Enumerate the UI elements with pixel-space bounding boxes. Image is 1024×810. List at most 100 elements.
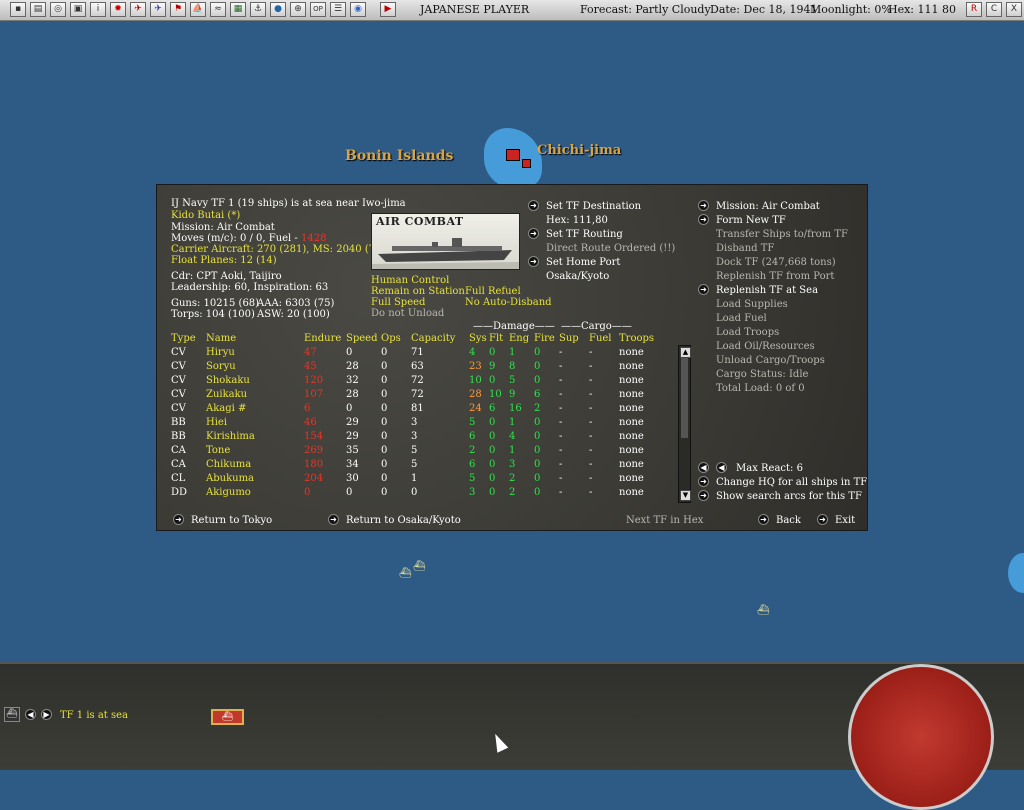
exit-button[interactable]: Exit xyxy=(835,515,855,527)
exit-arrow-icon[interactable]: ➜ xyxy=(817,514,828,525)
mission-button[interactable]: Mission: Air Combat xyxy=(716,201,820,213)
unload-cargo-button[interactable]: Unload Cargo/Troops xyxy=(716,355,825,367)
ship-marker-icon[interactable]: ⛴ xyxy=(413,561,426,572)
mission-arrow-icon[interactable]: ➜ xyxy=(698,200,709,211)
toolbar-button-7[interactable]: ✈ xyxy=(130,2,146,17)
back-button[interactable]: Back xyxy=(776,515,801,527)
tf-float-planes[interactable]: Float Planes: 12 (14) xyxy=(171,255,277,267)
change-hq-arrow-icon[interactable]: ➜ xyxy=(698,476,709,487)
search-arcs-arrow-icon[interactable]: ➜ xyxy=(698,490,709,501)
load-troops-button[interactable]: Load Troops xyxy=(716,327,779,339)
load-supplies-button[interactable]: Load Supplies xyxy=(716,299,788,311)
toolbar-button-15[interactable]: ⊕ xyxy=(290,2,306,17)
scroll-thumb[interactable] xyxy=(681,358,688,438)
table-cell: - xyxy=(559,445,563,456)
unit-type-icon[interactable]: ⛴ xyxy=(4,707,20,722)
ship-marker-icon[interactable]: ⛴ xyxy=(757,605,770,616)
toolbar-button-1[interactable]: ▪ xyxy=(10,2,26,17)
ship-name-link[interactable]: Shokaku xyxy=(206,375,250,387)
toolbar-button-10[interactable]: ⛵ xyxy=(190,2,206,17)
toolbar-button-13[interactable]: ⚓ xyxy=(250,2,266,17)
column-header[interactable]: Fire xyxy=(534,333,555,345)
dock-tf-button[interactable]: Dock TF (247,668 tons) xyxy=(716,257,836,269)
react-decrease-icon[interactable]: ◀ xyxy=(716,462,727,473)
c-button[interactable]: C xyxy=(986,2,1002,17)
column-header[interactable]: Endure xyxy=(304,333,341,345)
scroll-down-icon[interactable]: ▼ xyxy=(680,490,691,501)
set-destination-button[interactable]: Set TF Destination xyxy=(546,201,641,213)
change-hq-button[interactable]: Change HQ for all ships in TF xyxy=(716,477,867,489)
ship-name-link[interactable]: Abukuma xyxy=(206,473,254,485)
tf-ship-icon[interactable]: ⛴ xyxy=(211,709,244,725)
toolbar-button-11[interactable]: ≈ xyxy=(210,2,226,17)
toolbar-button-12[interactable]: ▦ xyxy=(230,2,246,17)
form-new-tf-arrow-icon[interactable]: ➜ xyxy=(698,214,709,225)
prev-unit-icon[interactable]: ◀ xyxy=(25,709,36,720)
ship-name-link[interactable]: Chikuma xyxy=(206,459,251,471)
set-routing-button[interactable]: Set TF Routing xyxy=(546,229,623,241)
close-icon[interactable]: X xyxy=(1006,2,1022,17)
load-fuel-button[interactable]: Load Fuel xyxy=(716,313,767,325)
ship-marker-icon[interactable]: ⛴ xyxy=(399,568,412,579)
disband-tf-button[interactable]: Disband TF xyxy=(716,243,774,255)
tf-name[interactable]: Kido Butai (*) xyxy=(171,210,240,222)
return-tokyo-button[interactable]: Return to Tokyo xyxy=(191,515,272,527)
flag-icon[interactable]: R xyxy=(966,2,982,17)
auto-disband-toggle[interactable]: No Auto-Disband xyxy=(465,297,552,309)
toolbar-button-2[interactable]: ▤ xyxy=(30,2,46,17)
column-header[interactable]: Type xyxy=(171,333,196,345)
toolbar-button-8[interactable]: ✈ xyxy=(150,2,166,17)
toolbar-button-6[interactable]: ✹ xyxy=(110,2,126,17)
replenish-at-sea-button[interactable]: Replenish TF at Sea xyxy=(716,285,818,297)
set-routing-arrow-icon[interactable]: ➜ xyxy=(528,228,539,239)
ship-name-link[interactable]: Akigumo xyxy=(206,487,251,499)
scroll-up-icon[interactable]: ▲ xyxy=(680,347,691,358)
ship-name-link[interactable]: Soryu xyxy=(206,361,236,373)
set-home-port-button[interactable]: Set Home Port xyxy=(546,257,620,269)
column-header[interactable]: Sys xyxy=(469,333,487,345)
set-home-port-arrow-icon[interactable]: ➜ xyxy=(528,256,539,267)
transfer-ships-button[interactable]: Transfer Ships to/from TF xyxy=(716,229,848,241)
base-marker-icon[interactable] xyxy=(522,159,531,168)
ship-name-link[interactable]: Zuikaku xyxy=(206,389,247,401)
return-osaka-button[interactable]: Return to Osaka/Kyoto xyxy=(346,515,461,527)
column-header[interactable]: Capacity xyxy=(411,333,455,345)
next-unit-icon[interactable]: ▶ xyxy=(41,709,52,720)
do-not-unload-toggle[interactable]: Do not Unload xyxy=(371,308,444,320)
return-osaka-arrow-icon[interactable]: ➜ xyxy=(328,514,339,525)
ship-list-scrollbar[interactable]: ▲ ▼ xyxy=(678,345,691,503)
ship-name-link[interactable]: Hiryu xyxy=(206,347,235,359)
column-header[interactable]: Eng xyxy=(509,333,529,345)
toolbar-button-4[interactable]: ▣ xyxy=(70,2,86,17)
form-new-tf-button[interactable]: Form New TF xyxy=(716,215,786,227)
column-header[interactable]: Speed xyxy=(346,333,378,345)
replenish-at-sea-arrow-icon[interactable]: ➜ xyxy=(698,284,709,295)
column-header[interactable]: Sup xyxy=(559,333,579,345)
toolbar-button-5[interactable]: i xyxy=(90,2,106,17)
react-left-icon[interactable]: ◀ xyxy=(698,462,709,473)
back-arrow-icon[interactable]: ➜ xyxy=(758,514,769,525)
base-flag-icon[interactable] xyxy=(506,149,520,161)
column-header[interactable]: Troops xyxy=(619,333,654,345)
return-tokyo-arrow-icon[interactable]: ➜ xyxy=(173,514,184,525)
toolbar-button-18[interactable]: ◉ xyxy=(350,2,366,17)
set-destination-arrow-icon[interactable]: ➜ xyxy=(528,200,539,211)
search-arcs-button[interactable]: Show search arcs for this TF xyxy=(716,491,862,503)
next-tf-button[interactable]: Next TF in Hex xyxy=(626,515,703,527)
column-header[interactable]: Ops xyxy=(381,333,401,345)
toolbar-button-14[interactable]: ● xyxy=(270,2,286,17)
column-header[interactable]: Name xyxy=(206,333,236,345)
toolbar-button-17[interactable]: ☰ xyxy=(330,2,346,17)
column-header[interactable]: Fuel xyxy=(589,333,612,345)
end-turn-icon[interactable]: ▶ xyxy=(380,2,396,17)
column-header[interactable]: Flt xyxy=(489,333,503,345)
ship-name-link[interactable]: Kirishima xyxy=(206,431,255,443)
ship-name-link[interactable]: Tone xyxy=(206,445,230,457)
replenish-from-port-button[interactable]: Replenish TF from Port xyxy=(716,271,834,283)
toolbar-button-16[interactable]: OP xyxy=(310,2,326,17)
load-oil-button[interactable]: Load Oil/Resources xyxy=(716,341,815,353)
ship-name-link[interactable]: Hiei xyxy=(206,417,227,429)
ship-name-link[interactable]: Akagi # xyxy=(206,403,246,415)
toolbar-button-3[interactable]: ◎ xyxy=(50,2,66,17)
toolbar-button-9[interactable]: ⚑ xyxy=(170,2,186,17)
